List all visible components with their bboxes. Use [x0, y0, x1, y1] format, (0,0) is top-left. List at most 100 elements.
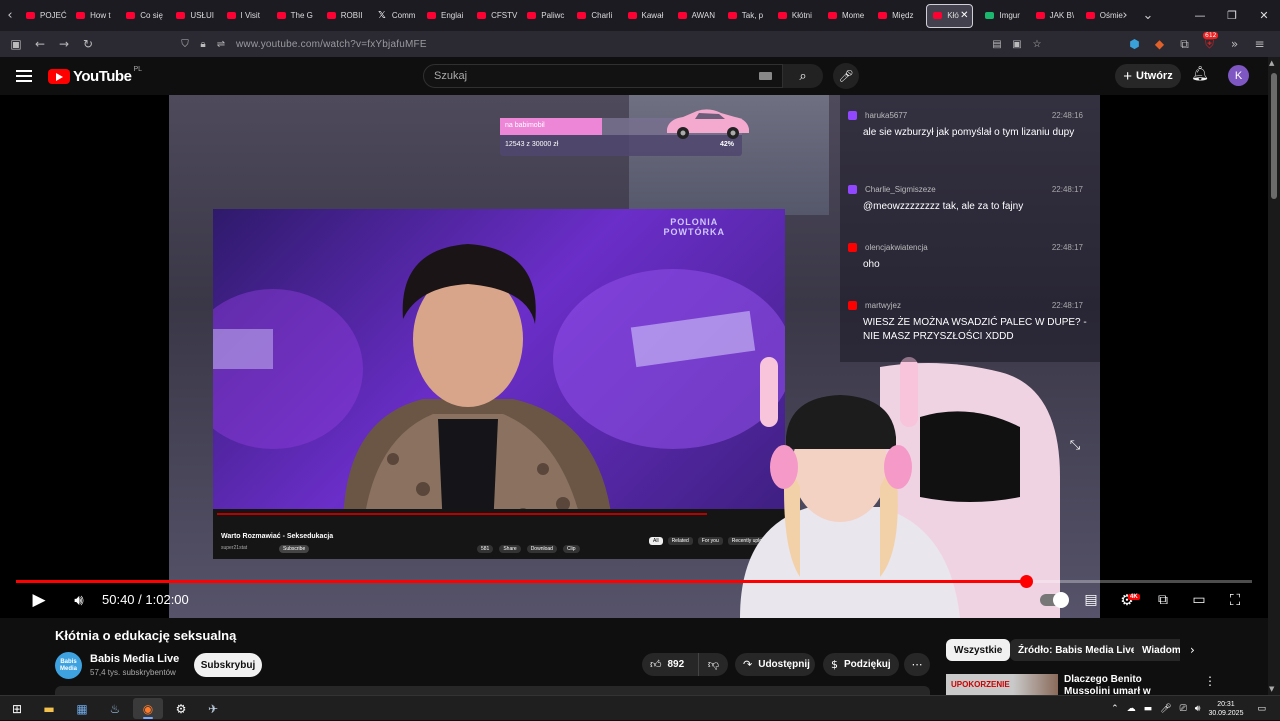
url-text[interactable]: www.youtube.com/watch?v=fxYbjafuMFE [236, 39, 427, 50]
settings-gear-icon[interactable]: ⚙ [1116, 589, 1138, 611]
browser-tab[interactable]: 𝕏 Comm [371, 4, 420, 28]
browser-tab[interactable]: POJEĆ [20, 4, 69, 28]
like-button[interactable]: 👍︎ 892 [642, 653, 698, 676]
video-progress-bar[interactable] [16, 575, 1252, 588]
description-box[interactable] [55, 686, 930, 695]
vpn-extension-icon[interactable]: ⬢ [1122, 31, 1147, 57]
browser-tab[interactable]: Kłótni [772, 4, 821, 28]
share-button[interactable]: ↷ Udostępnij [735, 653, 815, 676]
volume-tray-icon[interactable]: 🔊︎ [1195, 704, 1201, 714]
browser-tab[interactable]: I Visit [221, 4, 270, 28]
start-windows-icon[interactable]: ⊞ [2, 698, 32, 719]
notifications-icon[interactable]: ▭ [1257, 704, 1266, 714]
create-button[interactable]: + Utwórz [1115, 64, 1181, 88]
chips-next-arrow[interactable]: › [1190, 643, 1195, 657]
chip-news[interactable]: Wiadomości [1134, 639, 1180, 661]
scroll-down-arrow[interactable]: ▼ [1269, 685, 1274, 693]
browser-tab[interactable]: Paliwc [521, 4, 570, 28]
browser-tab[interactable]: Międz [872, 4, 921, 28]
miniplayer-icon[interactable]: ⧉ [1152, 589, 1174, 611]
lock-icon[interactable]: 🔒︎ [194, 39, 212, 50]
recommendation-menu-icon[interactable]: ⋮ [1204, 674, 1216, 688]
settings-icon[interactable]: ⚙ [166, 698, 196, 719]
reader-view-icon[interactable]: ▤ [988, 39, 1006, 50]
sidebar-toggle-icon[interactable]: ▣ [4, 31, 28, 57]
browser-tab[interactable]: Englai [421, 4, 470, 28]
recommended-video-thumbnail[interactable]: UPOKORZENIE [946, 674, 1058, 695]
tray-app-icon[interactable]: ▬ [1144, 704, 1153, 714]
browser-tab[interactable]: ROBII [321, 4, 370, 28]
restore-button[interactable]: ❐ [1216, 0, 1248, 31]
menu-icon[interactable] [16, 70, 32, 82]
microphone-tray-icon[interactable]: 🎤︎ [1160, 704, 1171, 714]
search-button[interactable]: ⌕ [783, 64, 823, 88]
more-actions-button[interactable]: ⋯ [904, 653, 930, 676]
scroll-up-arrow[interactable]: ▲ [1269, 59, 1274, 67]
tray-overflow-icon[interactable]: ⌃ [1111, 704, 1119, 714]
cloud-icon[interactable]: ☁ [1127, 704, 1136, 714]
shield-icon[interactable]: ⛉ [176, 39, 194, 50]
fullscreen-icon[interactable]: ⛶ [1224, 589, 1246, 611]
play-button[interactable]: ▶ [28, 589, 50, 611]
scrollbar-thumb[interactable] [1271, 73, 1277, 199]
keyboard-icon[interactable] [759, 72, 772, 80]
account-avatar[interactable]: K [1228, 65, 1249, 86]
app-menu-icon[interactable]: ≡ [1247, 31, 1272, 57]
extensions-icon[interactable]: ⧉ [1172, 31, 1197, 57]
overflow-menu-icon[interactable]: » [1222, 31, 1247, 57]
video-player[interactable]: na babimobil 12543 z 30000 zł 42% POLONI… [0, 95, 1268, 618]
app-icon[interactable]: ✈ [198, 698, 228, 719]
browser-tab[interactable]: USŁUI [170, 4, 219, 28]
browser-tab[interactable]: Mome [822, 4, 871, 28]
theater-mode-icon[interactable]: ▭ [1188, 589, 1210, 611]
browser-tab[interactable]: Imgur [979, 4, 1028, 28]
browser-tab[interactable]: Charli [571, 4, 620, 28]
tab-scroll-left-button[interactable]: ‹ [0, 0, 20, 31]
browser-tab[interactable]: AWAN [672, 4, 721, 28]
fox-extension-icon[interactable]: ◆ [1147, 31, 1172, 57]
thanks-button[interactable]: $ Podziękuj [823, 653, 899, 676]
file-explorer-icon[interactable]: ▬ [34, 698, 64, 719]
youtube-logo[interactable]: YouTube PL [48, 66, 142, 85]
browser-tab[interactable]: How t [70, 4, 119, 28]
pip-page-icon[interactable]: ▣ [1008, 39, 1026, 50]
browser-tab[interactable]: Tak, p [722, 4, 771, 28]
close-tab-icon[interactable]: ✕ [960, 10, 968, 21]
browser-tab[interactable]: Kawał [622, 4, 671, 28]
voice-search-button[interactable]: 🎤︎ [833, 63, 859, 89]
channel-name[interactable]: Babis Media Live [90, 653, 179, 665]
steam-icon[interactable]: ♨ [100, 698, 130, 719]
tab-scroll-right-button[interactable]: › [1115, 0, 1135, 31]
search-input[interactable]: Szukaj [423, 64, 783, 88]
browser-tab[interactable]: The G [271, 4, 320, 28]
subscribe-button[interactable]: Subskrybuj [194, 653, 262, 677]
channel-avatar[interactable]: Babis Media [55, 652, 82, 679]
dislike-button[interactable]: 👎︎ [698, 653, 728, 676]
forward-button[interactable]: → [52, 31, 76, 57]
progress-scrubber-handle[interactable] [1019, 575, 1033, 588]
collapse-overlay-icon[interactable]: ⤡ [1065, 438, 1085, 458]
back-button[interactable]: ← [28, 31, 52, 57]
ublock-extension-icon[interactable]: ⛨ 612 [1197, 31, 1222, 57]
network-icon[interactable]: ⎚ [1180, 704, 1187, 714]
firefox-icon[interactable]: ◉ [133, 698, 163, 719]
chip-all[interactable]: Wszystkie [946, 639, 1011, 661]
reload-button[interactable]: ↻ [76, 31, 100, 57]
chip-source-channel[interactable]: Źródło: Babis Media Live [1010, 639, 1145, 661]
volume-icon[interactable]: 🔊︎ [68, 589, 90, 611]
close-window-button[interactable]: ✕ [1248, 0, 1280, 31]
notifications-bell-icon[interactable]: 🔔︎ [1190, 66, 1210, 86]
browser-tab[interactable]: Co się [120, 4, 169, 28]
minimize-button[interactable]: — [1184, 0, 1216, 31]
control-panel-icon[interactable]: ▦ [67, 698, 97, 719]
page-scrollbar[interactable]: ▲ ▼ [1268, 57, 1280, 695]
system-clock[interactable]: 20:31 30.09.2025 [1208, 700, 1243, 718]
browser-tab[interactable]: JAK B\ [1030, 4, 1079, 28]
subtitles-icon[interactable]: ▤ [1080, 589, 1102, 611]
address-bar[interactable]: ⛉ 🔒︎ ⇌ www.youtube.com/watch?v=fxYbjafuM… [176, 34, 1046, 54]
permissions-icon[interactable]: ⇌ [212, 39, 230, 50]
tab-list-menu-button[interactable]: ⌄ [1138, 0, 1158, 31]
bookmark-star-icon[interactable]: ☆ [1028, 39, 1046, 50]
browser-tab[interactable]: CFSTV [471, 4, 520, 28]
autoplay-toggle[interactable] [1040, 592, 1069, 608]
